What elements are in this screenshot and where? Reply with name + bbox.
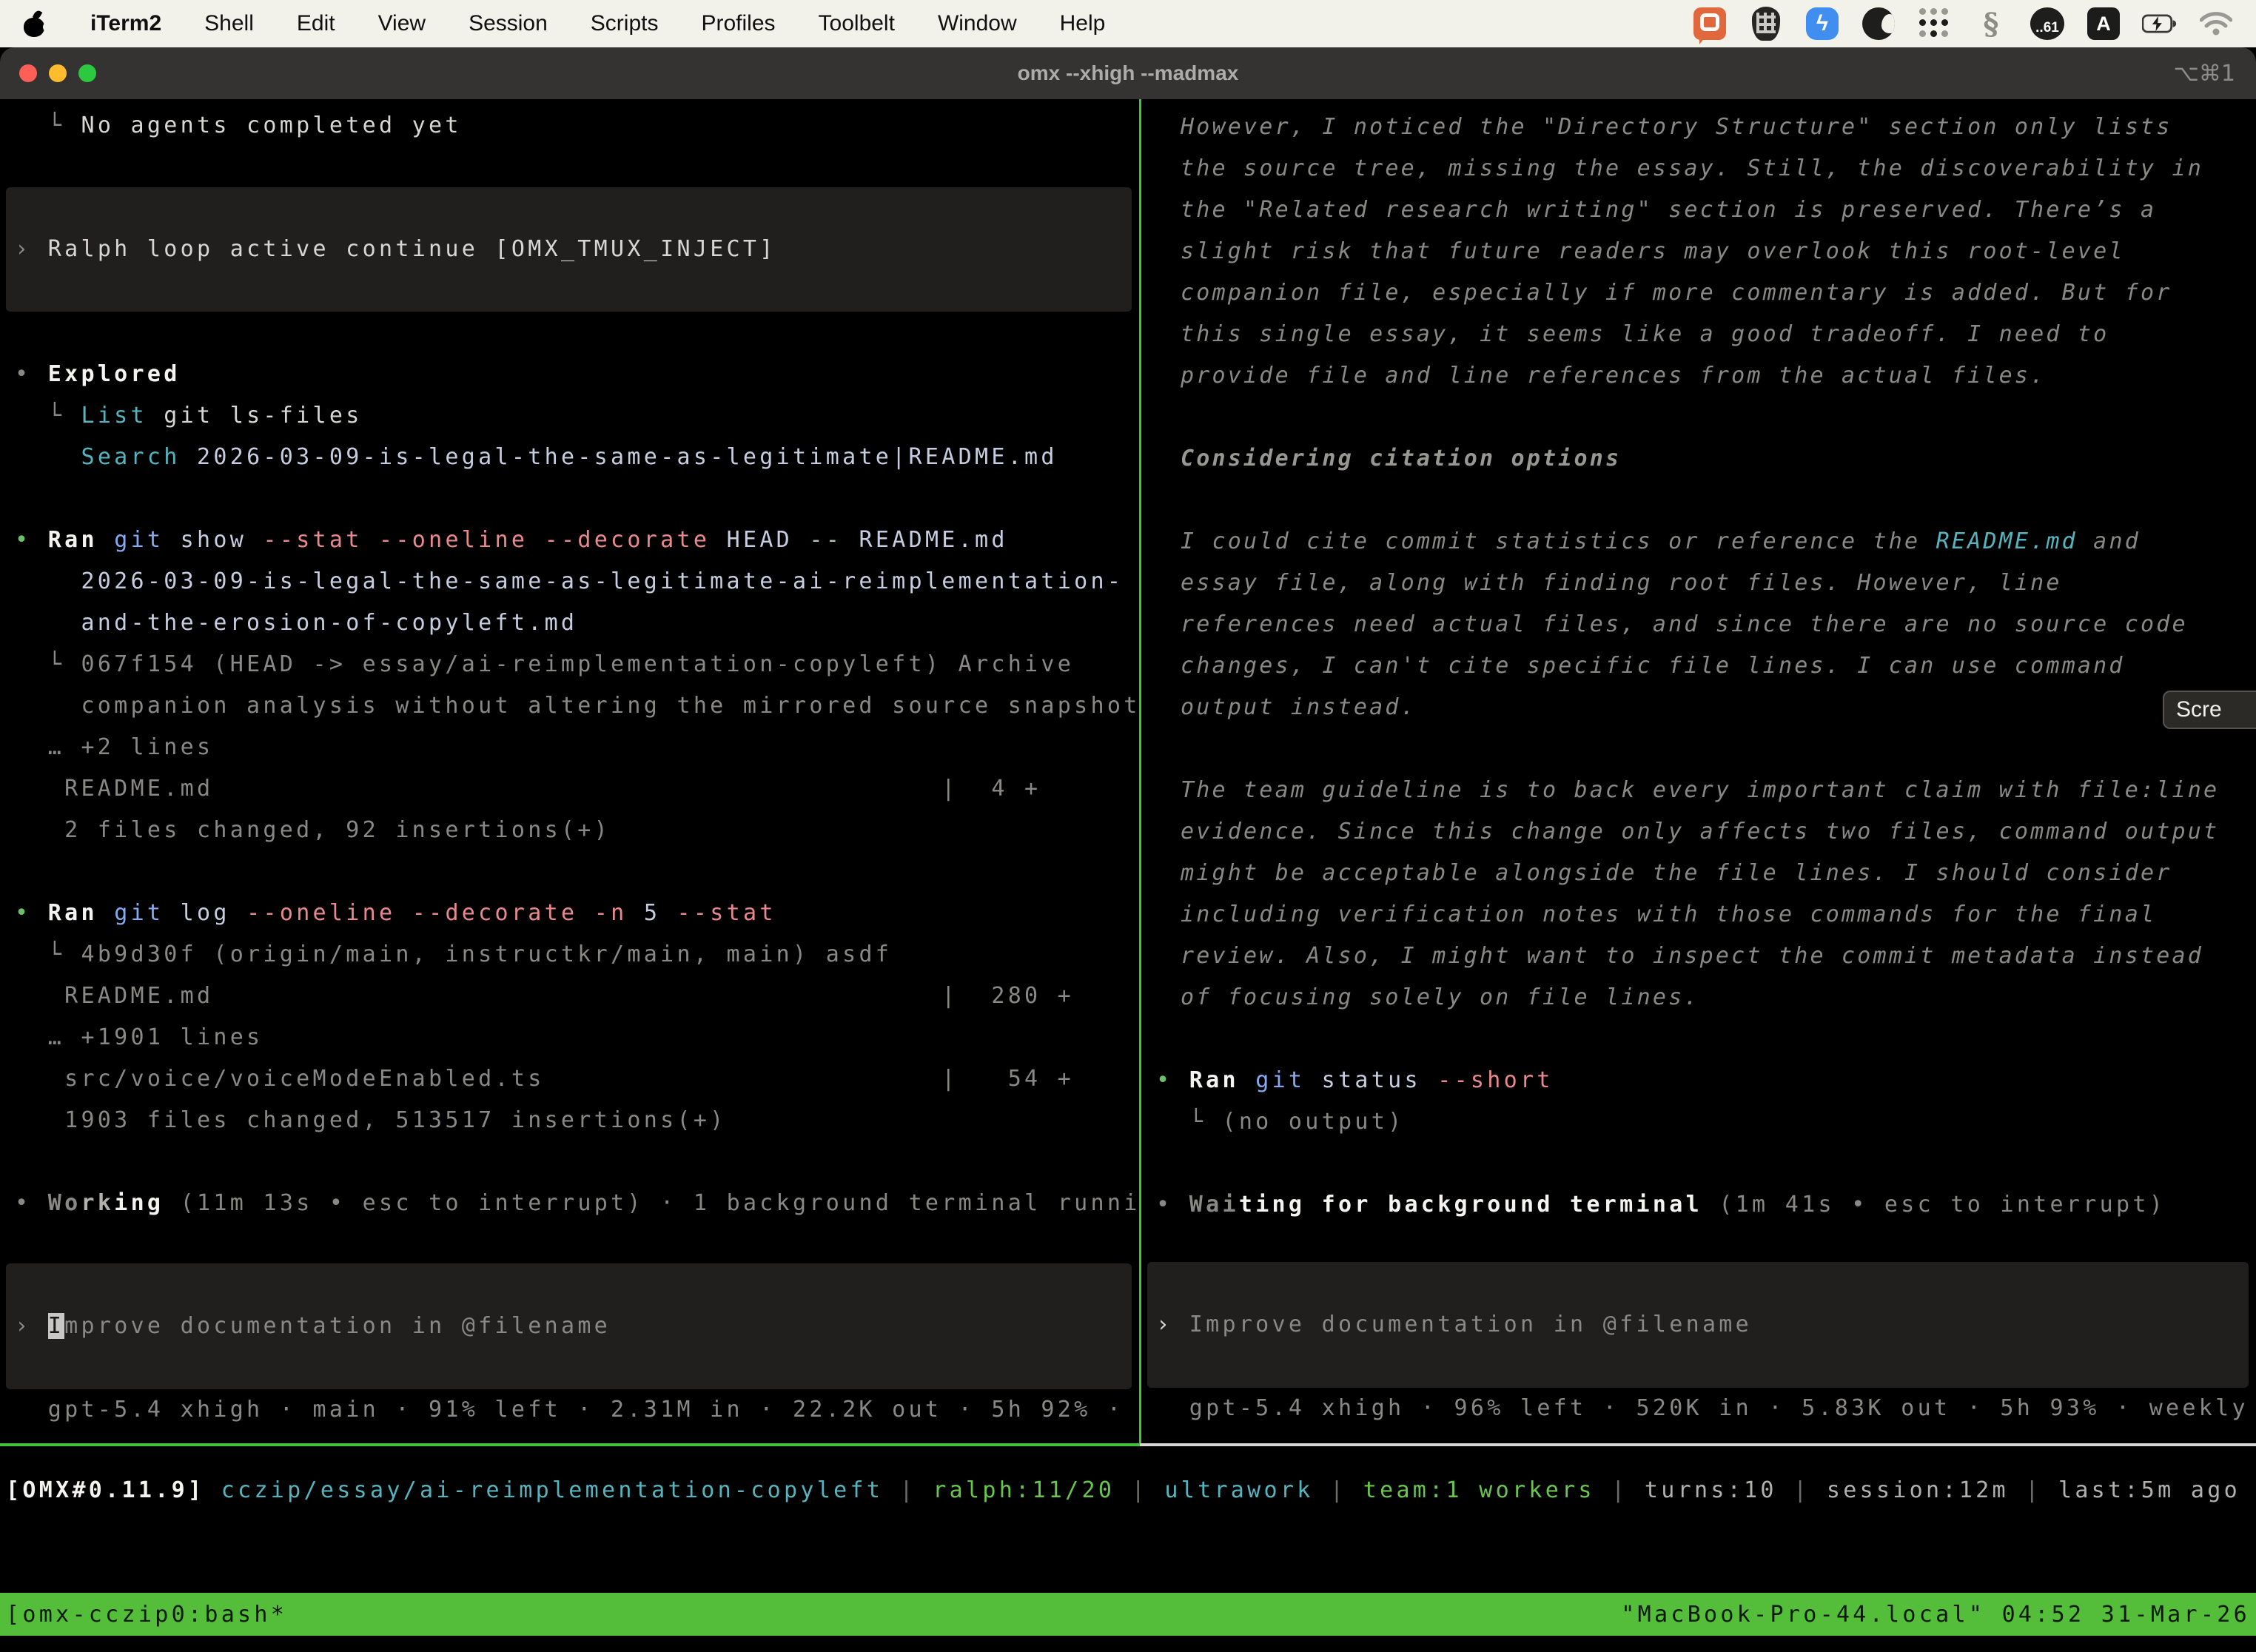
diffstat-voicemode-54: src/voice/voiceModeEnabled.ts | 54 + <box>15 1058 1139 1100</box>
reasoning-paragraph-1: However, I noticed the "Directory Struct… <box>1156 107 2256 397</box>
diffstat-summary-513517: 1903 files changed, 513517 insertions(+) <box>15 1100 1139 1141</box>
menu-bar: iTerm2 Shell Edit View Session Scripts Profil… <box>0 0 2256 47</box>
ralph-inject-box[interactable]: › Ralph loop active continue [OMX_TMUX_I… <box>6 187 1132 312</box>
reasoning-paragraph-3: The team guideline is to back every impo… <box>1156 770 2256 1018</box>
menu-item-scripts[interactable]: Scripts <box>591 11 659 36</box>
show-file-line-2: and-the-erosion-of-copyleft.md <box>15 602 1139 644</box>
waiting-status-line: • Waiting for background terminal (1m 41… <box>1156 1184 2256 1226</box>
chat-badge-icon[interactable] <box>1692 6 1728 41</box>
terminal-content: └ No agents completed yet › Ralph loop a… <box>0 99 2256 1443</box>
app-menu-iterm2[interactable]: iTerm2 <box>90 11 161 36</box>
explored-search-line: Search 2026-03-09-is-legal-the-same-as-l… <box>15 437 1139 478</box>
apple-menu-icon[interactable] <box>22 9 47 38</box>
menu-item-window[interactable]: Window <box>938 11 1017 36</box>
menu-bar-status-icons: ϟ § ..61 A <box>1692 6 2234 41</box>
sync-badge-icon[interactable]: ϟ <box>1805 6 1840 41</box>
tmux-session-label[interactable]: [omx-cczip0:bash* <box>6 1602 287 1628</box>
commit-message-line: companion analysis without altering the … <box>15 685 1139 727</box>
window-title-bar: omx --xhigh --madmax ⌥⌘1 <box>0 47 2256 99</box>
working-status-line: • Working (11m 13s • esc to interrupt) ·… <box>15 1183 1139 1224</box>
menu-item-edit[interactable]: Edit <box>297 11 335 36</box>
window-shortcut-badge: ⌥⌘1 <box>2173 61 2235 87</box>
menu-item-view[interactable]: View <box>378 11 426 36</box>
ran-git-log-line: • Ran git log --oneline --decorate -n 5 … <box>15 893 1139 934</box>
reasoning-heading: Considering citation options <box>1156 438 2256 480</box>
commit-line-067f154: └ 067f154 (HEAD -> essay/ai-reimplementa… <box>15 644 1139 685</box>
percent-badge-icon[interactable]: ..61 <box>2030 6 2065 41</box>
pie-icon[interactable] <box>1861 6 1896 41</box>
explored-list-line: └ List git ls-files <box>15 395 1139 437</box>
left-prompt-input[interactable]: › Improve documentation in @filename <box>6 1263 1132 1389</box>
ran-git-show-line: • Ran git show --stat --oneline --decora… <box>15 520 1139 561</box>
collapsed-lines-1901[interactable]: … +1901 lines <box>15 1017 1139 1058</box>
tmux-host-clock: "MacBook-Pro-44.local" 04:52 31-Mar-26 <box>1621 1602 2250 1628</box>
squiggle-icon[interactable]: § <box>1973 6 2009 41</box>
right-prompt-text: › Improve documentation in @filename <box>1156 1304 1752 1346</box>
explored-header: • Explored <box>15 354 1139 395</box>
right-prompt-input[interactable]: › Improve documentation in @filename <box>1147 1262 2249 1388</box>
battery-icon[interactable] <box>2142 6 2178 41</box>
no-agents-line: └ No agents completed yet <box>15 105 1139 147</box>
menu-item-session[interactable]: Session <box>469 11 548 36</box>
shield-grid-icon[interactable] <box>1748 6 1784 41</box>
omx-status-line: [OMX#0.11.9] cczip/essay/ai-reimplementa… <box>6 1470 2240 1511</box>
show-file-line-1: 2026-03-09-is-legal-the-same-as-legitima… <box>15 561 1139 602</box>
menu-item-toolbelt[interactable]: Toolbelt <box>819 11 895 36</box>
collapsed-lines-2[interactable]: … +2 lines <box>15 727 1139 768</box>
wifi-icon[interactable] <box>2198 6 2234 41</box>
left-agent-pane[interactable]: └ No agents completed yet › Ralph loop a… <box>0 99 1139 1443</box>
menu-items: Shell Edit View Session Scripts Profiles Toolb… <box>204 11 1105 36</box>
left-pane-bottom-border <box>0 1443 1140 1446</box>
tmux-status-bar: [omx-cczip0:bash* "MacBook-Pro-44.local"… <box>0 1593 2256 1636</box>
diffstat-readme-4: README.md | 4 + <box>15 768 1139 810</box>
left-prompt-text: › Improve documentation in @filename <box>15 1306 611 1347</box>
reasoning-paragraph-2: I could cite commit statistics or refere… <box>1156 521 2256 728</box>
ran-git-status-line: • Ran git status --short <box>1156 1060 2256 1101</box>
menu-item-help[interactable]: Help <box>1060 11 1106 36</box>
screen-share-overlay: Scre <box>2163 691 2256 729</box>
dots-grid-icon[interactable] <box>1917 6 1953 41</box>
menu-item-profiles[interactable]: Profiles <box>701 11 775 36</box>
ralph-inject-line: › Ralph loop active continue [OMX_TMUX_I… <box>15 229 776 270</box>
diffstat-summary-92: 2 files changed, 92 insertions(+) <box>15 810 1139 851</box>
diffstat-readme-280: README.md | 280 + <box>15 976 1139 1017</box>
left-session-stats: gpt-5.4 xhigh · main · 91% left · 2.31M … <box>15 1389 1139 1431</box>
menu-item-shell[interactable]: Shell <box>204 11 254 36</box>
right-agent-pane[interactable]: However, I noticed the "Directory Struct… <box>1141 99 2256 1443</box>
no-output-line: └ (no output) <box>1156 1101 2256 1143</box>
right-pane-bottom-border <box>1140 1443 2256 1446</box>
right-session-stats: gpt-5.4 xhigh · 96% left · 520K in · 5.8… <box>1156 1388 2256 1429</box>
commit-line-4b9d30f: └ 4b9d30f (origin/main, instructkr/main,… <box>15 934 1139 976</box>
window-title: omx --xhigh --madmax <box>0 61 2256 85</box>
keyboard-layout-icon[interactable]: A <box>2086 6 2121 41</box>
